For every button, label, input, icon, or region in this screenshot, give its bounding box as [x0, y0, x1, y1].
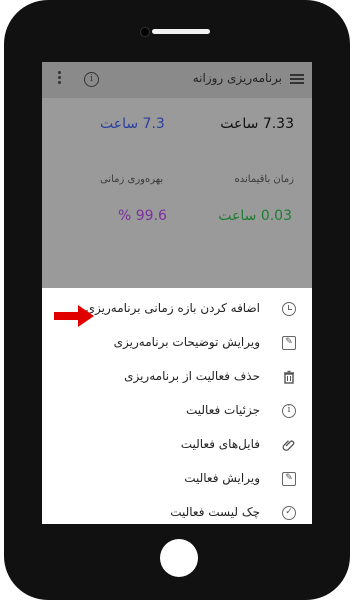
edit-icon: ✎ [282, 336, 296, 350]
menu-item-edit-activity[interactable]: ✎ ویرایش فعالیت [42, 462, 312, 496]
remaining-time-label: زمان باقیمانده [234, 174, 294, 185]
remaining-time-value: 0.03 ساعت [218, 208, 292, 224]
total-time-value: 7.33 ساعت [220, 116, 294, 132]
menu-item-activity-details[interactable]: i جزئیات فعالیت [42, 394, 312, 428]
menu-item-label: چک لیست فعالیت [170, 505, 260, 519]
home-button[interactable] [160, 539, 198, 577]
productivity-value: 99.6 % [118, 208, 167, 224]
menu-item-label: حذف فعالیت از برنامه‌ریزی [124, 369, 260, 383]
red-arrow-pointer-icon [54, 305, 94, 327]
summary-panel: 7.33 ساعت 7.3 ساعت زمان باقیمانده بهره‌و… [42, 98, 312, 288]
trash-icon [282, 370, 296, 384]
paperclip-icon [282, 438, 296, 452]
screen: برنامه‌ریزی روزانه i 7.33 ساعت 7.3 ساعت … [42, 62, 312, 524]
menu-item-activity-checklist[interactable]: ✓ چک لیست فعالیت [42, 496, 312, 524]
clock-icon [282, 302, 296, 316]
speaker-grille [152, 29, 210, 34]
menu-item-label: جزئیات فعالیت [185, 403, 260, 417]
menu-item-label: ویرایش توضیحات برنامه‌ریزی [113, 335, 260, 349]
more-options-icon[interactable] [58, 71, 61, 86]
planned-time-value: 7.3 ساعت [100, 116, 165, 132]
menu-item-remove-activity[interactable]: حذف فعالیت از برنامه‌ریزی [42, 360, 312, 394]
hamburger-menu-icon[interactable] [290, 72, 304, 86]
menu-item-activity-files[interactable]: فایل‌های فعالیت [42, 428, 312, 462]
menu-item-edit-description[interactable]: ✎ ویرایش توضیحات برنامه‌ریزی [42, 326, 312, 360]
productivity-label: بهره‌وری زمانی [100, 174, 164, 185]
menu-item-label: ویرایش فعالیت [184, 471, 260, 485]
edit-icon: ✎ [282, 472, 296, 486]
info-icon[interactable]: i [84, 72, 99, 87]
info-icon: i [282, 404, 296, 418]
app-bar: برنامه‌ریزی روزانه i [42, 62, 312, 98]
app-title: برنامه‌ریزی روزانه [192, 71, 282, 85]
camera-icon [140, 27, 150, 37]
check-circle-icon: ✓ [282, 506, 296, 520]
menu-item-label: فایل‌های فعالیت [180, 437, 260, 451]
menu-item-label: اضافه کردن بازه زمانی برنامه‌ریزی [85, 301, 260, 315]
